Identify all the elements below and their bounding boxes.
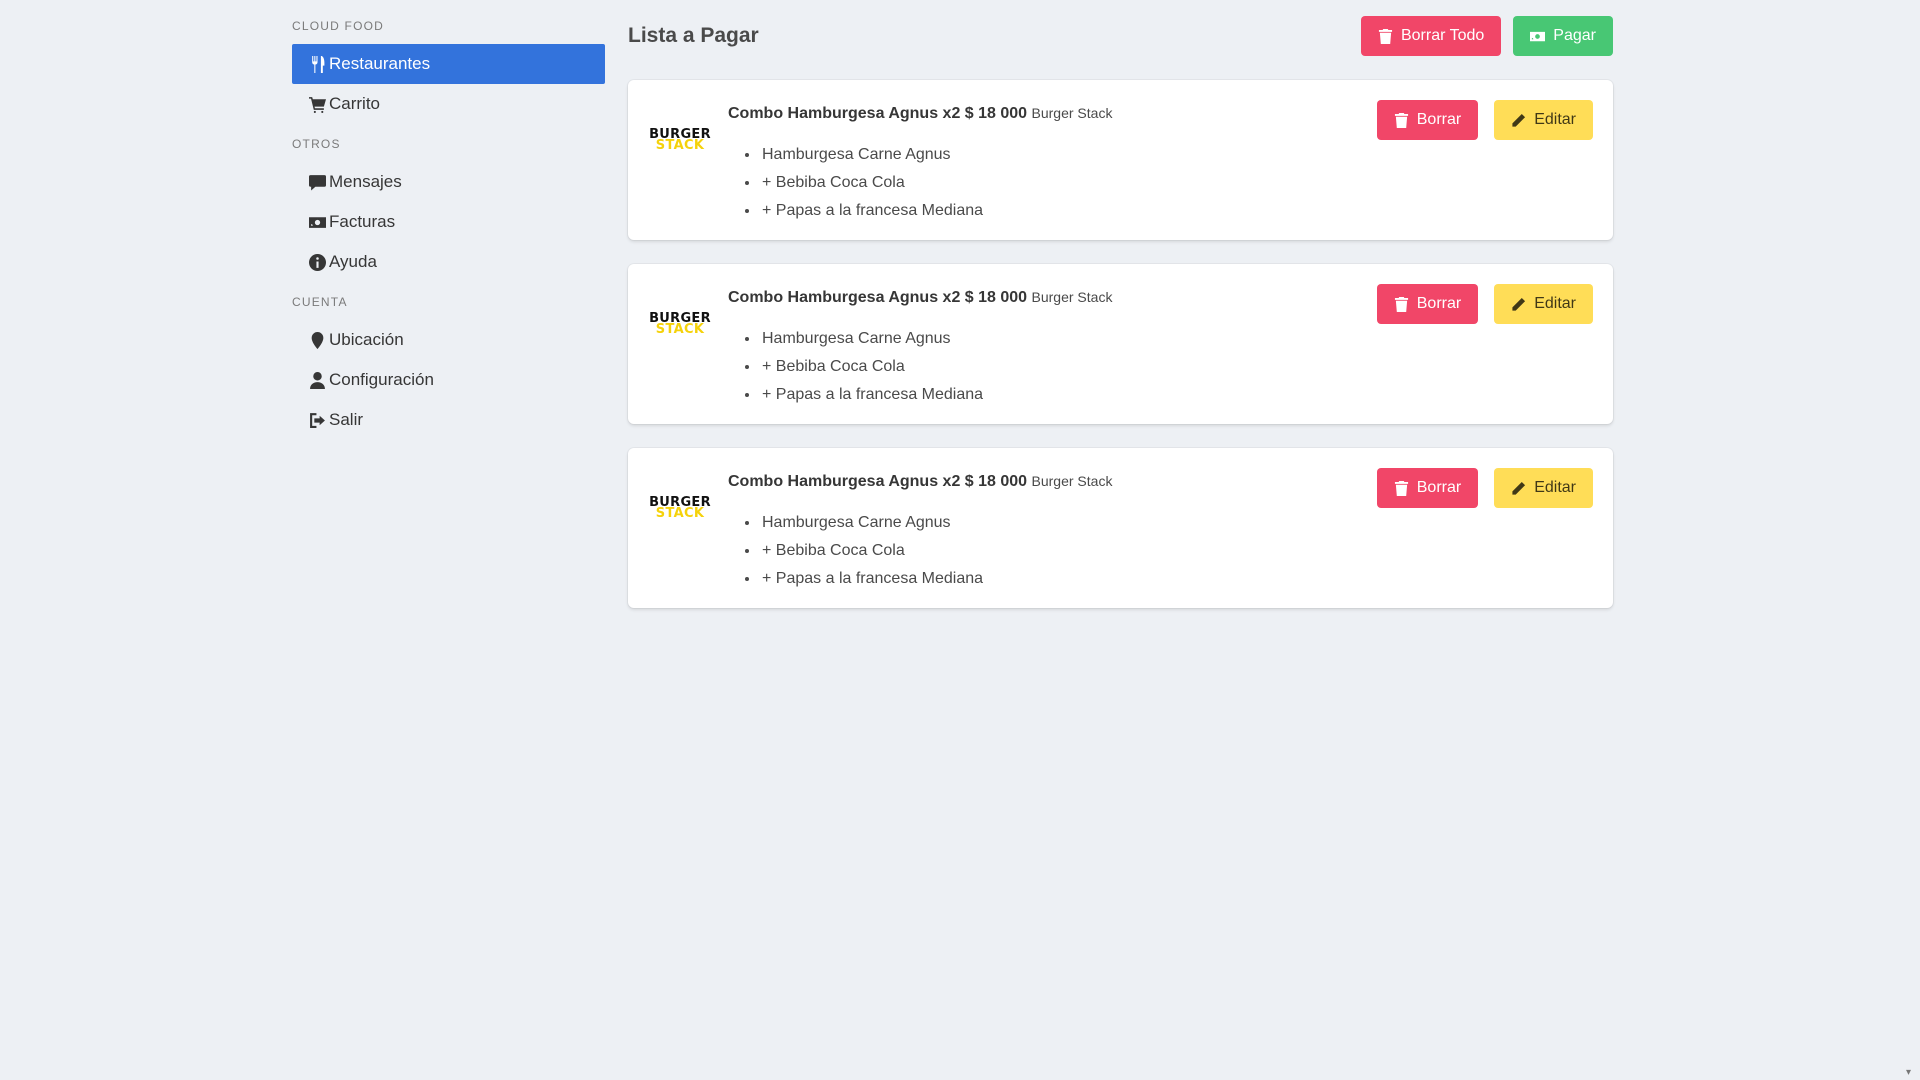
sidebar-item-label: Restaurantes bbox=[329, 54, 431, 73]
menu-label-cuenta: Cuenta bbox=[292, 295, 348, 309]
order-items: Hamburgesa Carne Agnus + Bebiba Coca Col… bbox=[760, 141, 1593, 225]
list-item: + Papas a la francesa Mediana bbox=[760, 565, 1593, 593]
restaurant-logo: BURGER STACK bbox=[648, 292, 712, 356]
card-actions: Borrar Editar bbox=[1376, 468, 1593, 508]
restaurant-name: Burger Stack bbox=[1031, 289, 1113, 305]
menu-label-cloud-food: Cloud Food bbox=[292, 19, 385, 33]
sidebar: Cloud Food Restaurantes Carrito Otros Me… bbox=[292, 14, 605, 448]
order-items: Hamburgesa Carne Agnus + Bebiba Coca Col… bbox=[760, 509, 1593, 593]
pencil-icon bbox=[1511, 297, 1527, 312]
delete-label: Borrar bbox=[1416, 111, 1462, 128]
logo-text-line2: STACK bbox=[655, 506, 705, 521]
logo-text-line2: STACK bbox=[655, 138, 705, 153]
sidebar-item-facturas[interactable]: Facturas bbox=[292, 202, 605, 242]
list-item: + Bebiba Coca Cola bbox=[760, 353, 1593, 381]
sidebar-item-ubicacion[interactable]: Ubicación bbox=[292, 320, 605, 360]
delete-button[interactable]: Borrar bbox=[1376, 100, 1479, 140]
delete-button[interactable]: Borrar bbox=[1376, 468, 1479, 508]
pencil-icon bbox=[1511, 481, 1527, 496]
sidebar-item-restaurantes[interactable]: Restaurantes bbox=[292, 44, 605, 84]
edit-label: Editar bbox=[1534, 295, 1576, 312]
sidebar-item-salir[interactable]: Salir bbox=[292, 400, 605, 440]
map-marker-icon bbox=[307, 330, 327, 350]
money-bill-icon bbox=[307, 212, 327, 232]
trash-icon bbox=[1394, 480, 1408, 496]
list-item: Hamburgesa Carne Agnus bbox=[760, 141, 1593, 169]
trash-icon bbox=[1394, 296, 1408, 312]
delete-label: Borrar bbox=[1416, 479, 1462, 496]
pay-button[interactable]: Pagar bbox=[1513, 16, 1613, 56]
list-item: + Papas a la francesa Mediana bbox=[760, 381, 1593, 409]
menu-label-otros: Otros bbox=[292, 137, 341, 151]
list-item: + Papas a la francesa Mediana bbox=[760, 197, 1593, 225]
sidebar-item-label: Ubicación bbox=[329, 330, 404, 349]
main-content: Lista a Pagar Borrar Todo Pagar BURGER S… bbox=[628, 16, 1613, 608]
restaurant-logo: BURGER STACK bbox=[648, 476, 712, 540]
sidebar-item-label: Configuración bbox=[329, 370, 434, 389]
card-actions: Borrar Editar bbox=[1376, 100, 1593, 140]
pencil-icon bbox=[1511, 113, 1527, 128]
order-card: BURGER STACK Combo Hamburgesa Agnus x2 $… bbox=[628, 264, 1613, 424]
delete-all-label: Borrar Todo bbox=[1400, 27, 1485, 44]
list-item: + Bebiba Coca Cola bbox=[760, 537, 1593, 565]
menu-list: Mensajes Facturas Ayuda bbox=[292, 162, 605, 282]
info-icon bbox=[307, 252, 327, 272]
restaurant-name: Burger Stack bbox=[1031, 105, 1113, 121]
page-header: Lista a Pagar Borrar Todo Pagar bbox=[628, 16, 1613, 56]
sidebar-item-label: Facturas bbox=[329, 212, 396, 231]
sidebar-item-carrito[interactable]: Carrito bbox=[292, 84, 605, 124]
sidebar-item-ayuda[interactable]: Ayuda bbox=[292, 242, 605, 282]
list-item: + Bebiba Coca Cola bbox=[760, 169, 1593, 197]
card-actions: Borrar Editar bbox=[1376, 284, 1593, 324]
pay-label: Pagar bbox=[1553, 27, 1596, 44]
list-item: Hamburgesa Carne Agnus bbox=[760, 325, 1593, 353]
restaurant-name: Burger Stack bbox=[1031, 473, 1113, 489]
cart-icon bbox=[307, 94, 327, 114]
sidebar-item-label: Mensajes bbox=[329, 172, 402, 191]
order-card: BURGER STACK Combo Hamburgesa Agnus x2 $… bbox=[628, 80, 1613, 240]
logo-text-line2: STACK bbox=[655, 322, 705, 337]
scroll-down-icon[interactable]: ▾ bbox=[1906, 1068, 1916, 1078]
edit-button[interactable]: Editar bbox=[1494, 100, 1593, 140]
edit-button[interactable]: Editar bbox=[1494, 468, 1593, 508]
restaurant-logo: BURGER STACK bbox=[648, 108, 712, 172]
delete-label: Borrar bbox=[1416, 295, 1462, 312]
order-title: Combo Hamburgesa Agnus x2 $ 18 000 bbox=[728, 105, 1028, 122]
sidebar-item-label: Salir bbox=[329, 410, 364, 429]
page-title: Lista a Pagar bbox=[628, 24, 759, 47]
order-title: Combo Hamburgesa Agnus x2 $ 18 000 bbox=[728, 289, 1028, 306]
order-items: Hamburgesa Carne Agnus + Bebiba Coca Col… bbox=[760, 325, 1593, 409]
sidebar-item-label: Ayuda bbox=[329, 252, 377, 271]
order-title: Combo Hamburgesa Agnus x2 $ 18 000 bbox=[728, 473, 1028, 490]
menu-list: Restaurantes Carrito bbox=[292, 44, 605, 124]
edit-label: Editar bbox=[1534, 479, 1576, 496]
delete-button[interactable]: Borrar bbox=[1376, 284, 1479, 324]
sign-out-icon bbox=[307, 410, 327, 430]
sidebar-item-configuracion[interactable]: Configuración bbox=[292, 360, 605, 400]
money-bill-icon bbox=[1530, 31, 1546, 41]
trash-icon bbox=[1378, 28, 1393, 44]
edit-label: Editar bbox=[1534, 111, 1576, 128]
edit-button[interactable]: Editar bbox=[1494, 284, 1593, 324]
menu-list: Ubicación Configuración Salir bbox=[292, 320, 605, 440]
order-card: BURGER STACK Combo Hamburgesa Agnus x2 $… bbox=[628, 448, 1613, 608]
utensils-icon bbox=[307, 54, 327, 74]
user-icon bbox=[307, 370, 327, 390]
message-icon bbox=[307, 172, 327, 192]
delete-all-button[interactable]: Borrar Todo bbox=[1360, 16, 1502, 56]
sidebar-item-mensajes[interactable]: Mensajes bbox=[292, 162, 605, 202]
sidebar-item-label: Carrito bbox=[329, 94, 381, 113]
list-item: Hamburgesa Carne Agnus bbox=[760, 509, 1593, 537]
trash-icon bbox=[1394, 112, 1408, 128]
